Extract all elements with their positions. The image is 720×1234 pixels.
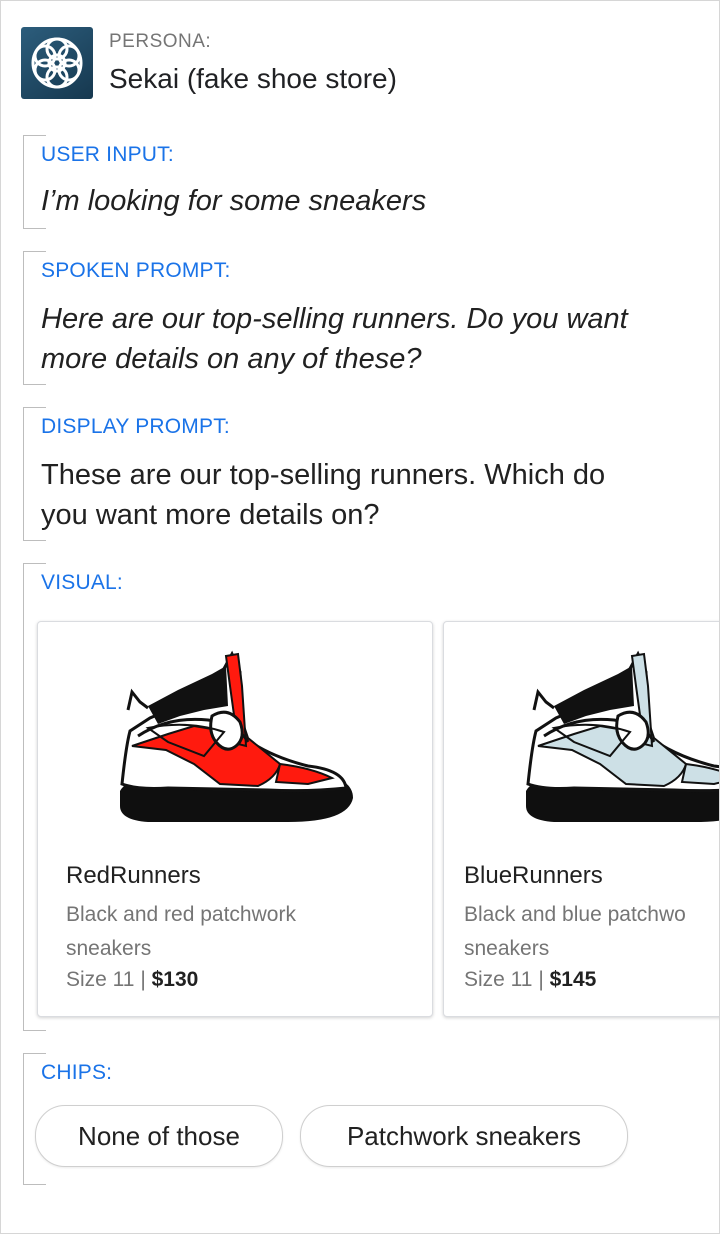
product-description-line2: sneakers (464, 937, 550, 960)
conversation-design-spec: PERSONA: Sekai (fake shoe store) USER IN… (0, 0, 720, 1234)
product-price: $145 (549, 968, 597, 991)
chip-none-of-those[interactable]: None of those (35, 1105, 283, 1167)
display-prompt-section: DISPLAY PROMPT: These are our top-sellin… (23, 407, 713, 541)
user-input-section: USER INPUT: I’m looking for some sneaker… (23, 135, 713, 229)
product-description: Black and red patchwork sneakers (66, 898, 396, 966)
product-size: Size 11 | (464, 968, 550, 991)
display-prompt-line2: you want more details on? (41, 499, 380, 531)
persona-label: PERSONA: (109, 31, 212, 52)
chip-patchwork-sneakers[interactable]: Patchwork sneakers (300, 1105, 628, 1167)
spoken-prompt-line2: more details on any of these? (41, 343, 422, 375)
product-card-blue[interactable]: BlueRunners Black and blue patchwo sneak… (443, 621, 719, 1017)
user-input-text: I’m looking for some sneakers (41, 185, 427, 217)
chips-label: CHIPS: (41, 1061, 113, 1084)
product-price-line: Size 11 | $145 (464, 968, 596, 992)
display-prompt-label: DISPLAY PROMPT: (41, 415, 230, 438)
spoken-prompt-line1: Here are our top-selling runners. Do you… (41, 303, 628, 335)
user-input-label: USER INPUT: (41, 143, 174, 166)
spoken-prompt-section: SPOKEN PROMPT: Here are our top-selling … (23, 251, 713, 385)
product-card-red[interactable]: RedRunners Black and red patchwork sneak… (37, 621, 433, 1017)
product-description-line1: Black and blue patchwo (464, 903, 686, 926)
product-price: $130 (151, 968, 199, 991)
persona-header: PERSONA: Sekai (fake shoe store) (21, 27, 621, 99)
red-sneaker-icon (120, 650, 353, 822)
product-description-line2: sneakers (66, 937, 152, 960)
product-description: Black and blue patchwo sneakers (464, 898, 719, 966)
visual-label: VISUAL: (41, 571, 123, 594)
blue-sneaker-icon (526, 650, 719, 822)
product-title: BlueRunners (464, 862, 603, 889)
persona-name: Sekai (fake shoe store) (109, 63, 397, 94)
product-price-line: Size 11 | $130 (66, 968, 198, 992)
flower-logo-icon (21, 27, 93, 99)
display-prompt-line1: These are our top-selling runners. Which… (41, 459, 606, 491)
spoken-prompt-label: SPOKEN PROMPT: (41, 259, 231, 282)
product-description-line1: Black and red patchwork (66, 903, 296, 926)
product-size: Size 11 | (66, 968, 152, 991)
product-title: RedRunners (66, 862, 201, 889)
